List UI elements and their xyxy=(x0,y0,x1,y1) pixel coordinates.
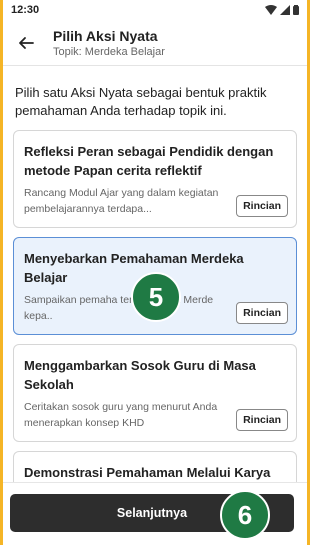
app-screen: 12:30 Pilih Aksi Nyata Topik: Merdeka Be… xyxy=(3,0,307,545)
status-bar: 12:30 xyxy=(3,0,307,20)
card-description: Rancang Modul Ajar yang dalam kegiatan p… xyxy=(24,187,219,215)
card-description: Ceritakan sosok guru yang menurut Anda m… xyxy=(24,401,218,429)
wifi-icon xyxy=(265,5,277,15)
status-icons xyxy=(265,5,299,15)
arrow-left-icon xyxy=(19,36,34,49)
card-title: Refleksi Peran sebagai Pendidik dengan m… xyxy=(24,144,274,178)
device-frame: 12:30 Pilih Aksi Nyata Topik: Merdeka Be… xyxy=(0,0,310,545)
card-title: Menggambarkan Sosok Guru di Masa Sekolah xyxy=(24,358,256,392)
card-title: Demonstrasi Pemahaman Melalui Karya xyxy=(24,465,271,480)
aksi-card[interactable]: Refleksi Peran sebagai Pendidik dengan m… xyxy=(13,130,297,228)
app-bar-titles: Pilih Aksi Nyata Topik: Merdeka Belajar xyxy=(53,27,165,59)
card-bottom: Ceritakan sosok guru yang menurut Anda m… xyxy=(24,399,288,431)
rincian-button[interactable]: Rincian xyxy=(236,195,288,217)
card-description: Sampaikan pemaha tentang topik Merde kep… xyxy=(24,294,214,322)
status-time: 12:30 xyxy=(11,4,40,16)
page-title: Pilih Aksi Nyata xyxy=(53,27,158,44)
intro-text: Pilih satu Aksi Nyata sebagai bentuk pra… xyxy=(15,85,267,118)
rincian-button[interactable]: Rincian xyxy=(236,302,288,324)
step-marker-5: 5 xyxy=(131,272,181,322)
rincian-button[interactable]: Rincian xyxy=(236,409,288,431)
app-bar: Pilih Aksi Nyata Topik: Merdeka Belajar xyxy=(3,20,307,66)
battery-icon xyxy=(293,5,299,15)
back-button[interactable] xyxy=(13,30,39,56)
page-subtitle: Topik: Merdeka Belajar xyxy=(53,45,165,58)
card-bottom: Rancang Modul Ajar yang dalam kegiatan p… xyxy=(24,185,288,217)
step-marker-6: 6 xyxy=(220,490,270,540)
signal-icon xyxy=(280,5,290,15)
aksi-card[interactable]: Menggambarkan Sosok Guru di Masa Sekolah… xyxy=(13,344,297,442)
